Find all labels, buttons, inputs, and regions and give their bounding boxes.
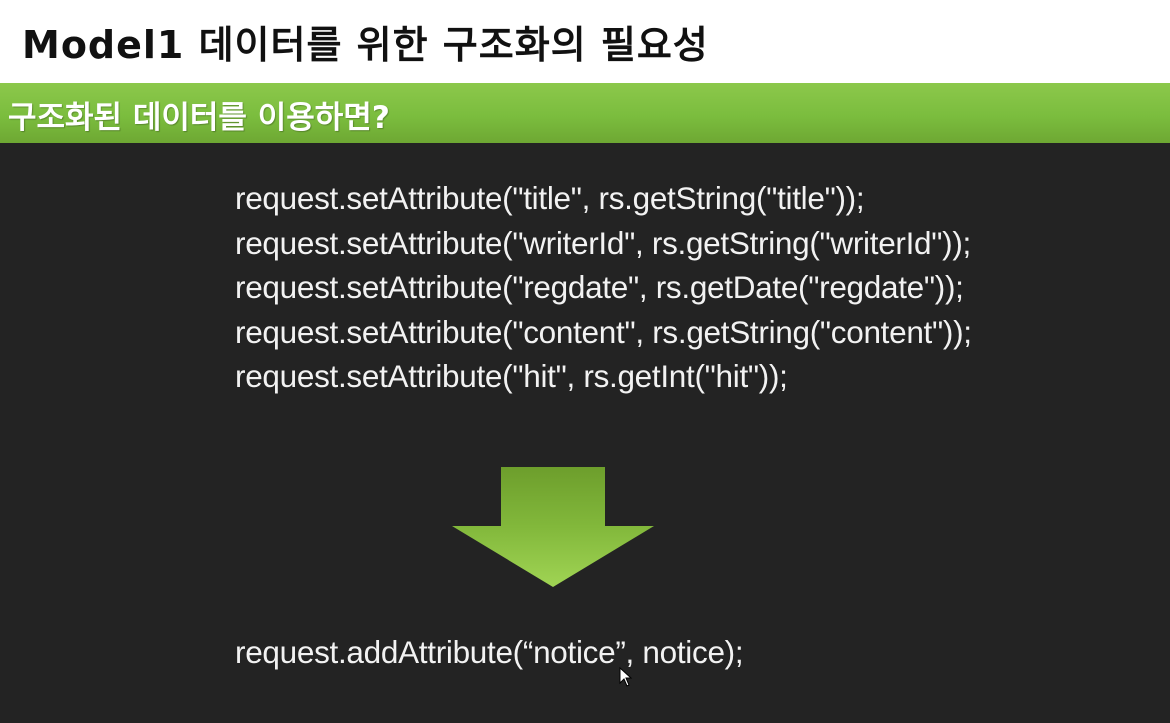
- slide-subtitle: 구조화된 데이터를 이용하면?: [8, 100, 390, 136]
- slide: Model1 데이터를 위한 구조화의 필요성 구조화된 데이터를 이용하면? …: [0, 0, 1170, 723]
- mouse-pointer-icon: [619, 667, 633, 687]
- code-line: request.setAttribute("content", rs.getSt…: [235, 313, 972, 350]
- slide-title: Model1 데이터를 위한 구조화의 필요성: [22, 23, 709, 67]
- code-line: request.setAttribute("regdate", rs.getDa…: [235, 269, 964, 306]
- code-block: request.setAttribute("title", rs.getStri…: [235, 176, 1165, 399]
- title-bar: Model1 데이터를 위한 구조화의 필요성: [0, 0, 1170, 83]
- down-arrow-icon: [452, 467, 654, 587]
- code-line: request.setAttribute("hit", rs.getInt("h…: [235, 358, 788, 395]
- code-line: request.setAttribute("title", rs.getStri…: [235, 180, 865, 216]
- result-code-line: request.addAttribute(“notice”, notice);: [235, 634, 744, 670]
- code-line: request.setAttribute("writerId", rs.getS…: [235, 224, 971, 261]
- subtitle-bar: 구조화된 데이터를 이용하면?: [0, 83, 1170, 143]
